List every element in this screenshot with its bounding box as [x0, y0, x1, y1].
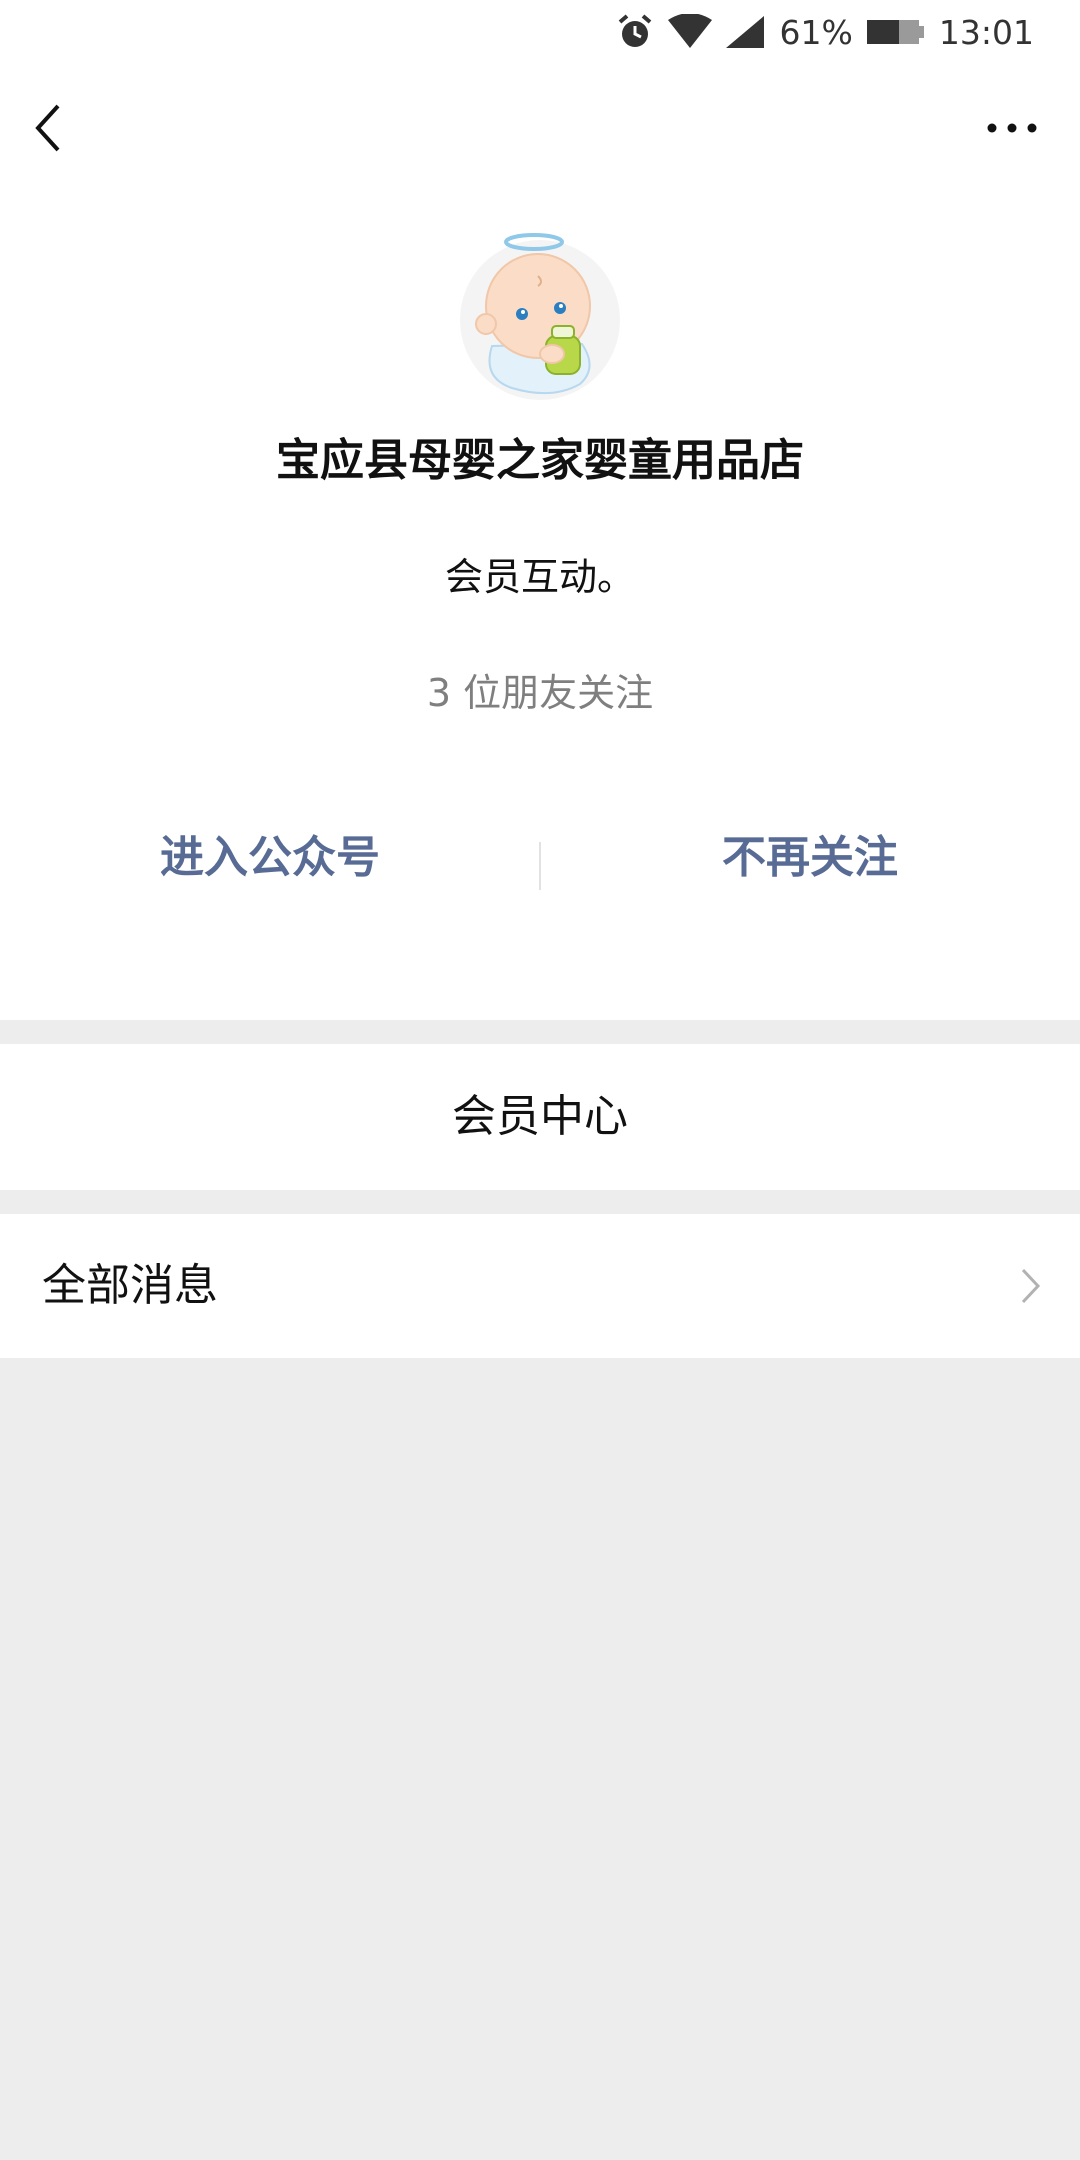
member-center-menu[interactable]: 会员中心 [0, 1044, 1080, 1190]
clock-time: 13:01 [938, 12, 1034, 52]
alarm-icon [618, 14, 651, 47]
unfollow-button[interactable]: 不再关注 [600, 808, 1020, 908]
all-messages-label: 全部消息 [42, 1260, 218, 1311]
battery-percent: 61% [779, 12, 853, 52]
back-arrow-icon [35, 104, 60, 152]
all-messages-row[interactable]: 全部消息 [0, 1214, 1080, 1358]
friends-following-count[interactable]: 3 位朋友关注 [0, 662, 1080, 717]
baby-avatar-icon [460, 233, 620, 400]
enter-official-account-button[interactable]: 进入公众号 [60, 808, 480, 908]
status-bar: 61% 13:01 [0, 0, 1080, 64]
wifi-icon [667, 14, 712, 48]
more-dots-icon [987, 123, 1037, 133]
back-button[interactable] [30, 100, 74, 156]
action-divider [539, 842, 541, 890]
navigation-bar [0, 64, 1080, 192]
status-icons: 61% 13:01 [616, 0, 1034, 64]
more-button[interactable] [984, 110, 1040, 146]
signal-icon [725, 16, 764, 48]
battery-icon [866, 20, 924, 44]
account-avatar[interactable] [452, 228, 628, 404]
account-name: 宝应县母婴之家婴童用品店 [276, 435, 804, 486]
account-profile: 宝应县母婴之家婴童用品店 会员互动。 3 位朋友关注 进入公众号 不再关注 [0, 192, 1080, 1020]
account-description: 会员互动。 [444, 555, 635, 599]
chevron-right-icon [1021, 1268, 1041, 1304]
